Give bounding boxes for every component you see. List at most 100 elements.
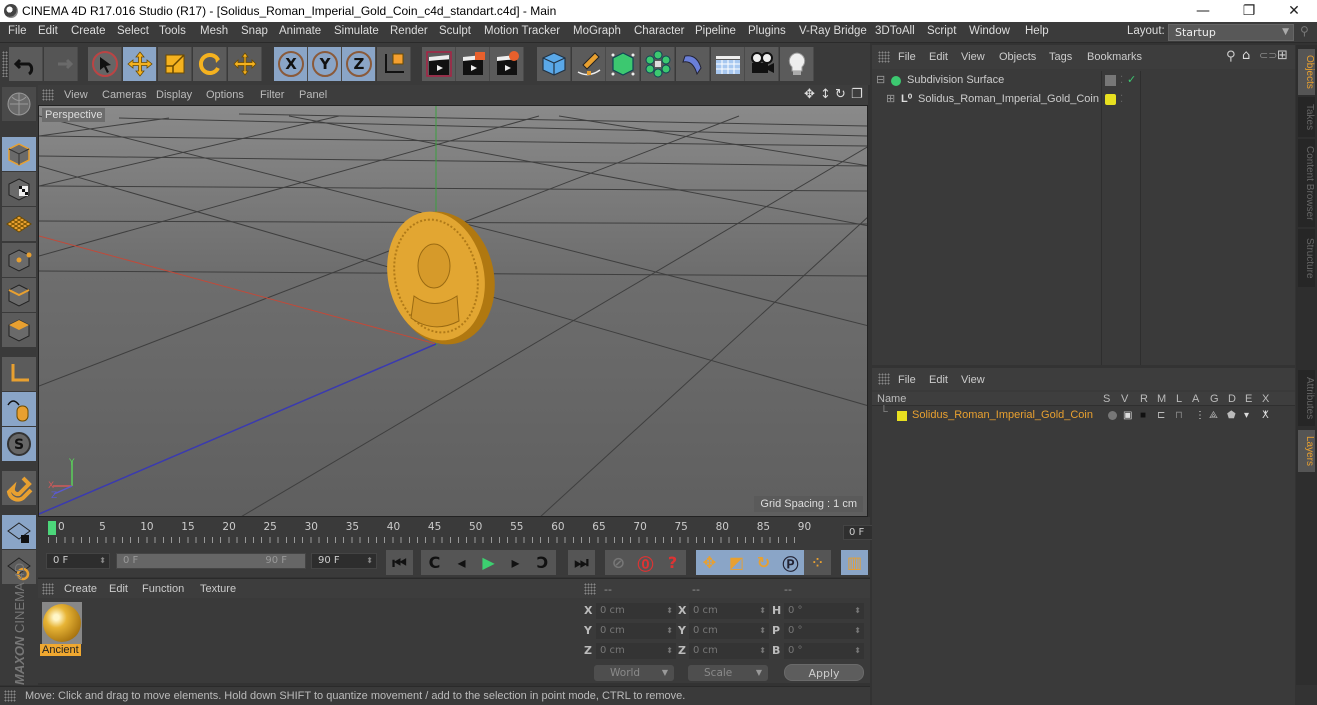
tab-content-browser[interactable]: Content Browser [1298,139,1315,227]
layers-menu-edit[interactable]: Edit [929,374,948,386]
zoom-view-icon[interactable]: ↕ [820,87,831,102]
axis-mode-button[interactable] [2,357,36,391]
next-key-button[interactable]: Ↄ [529,550,556,575]
x-axis-lock-button[interactable]: X [274,47,308,81]
playhead[interactable] [48,521,56,535]
previous-frame-button[interactable]: ◂ [448,550,475,575]
menu-render[interactable]: Render [390,25,428,37]
rot-p-field[interactable]: 0 ° ⬍ [784,623,864,639]
menu-help[interactable]: Help [1025,25,1049,37]
menu-create[interactable]: Create [71,25,106,37]
gold-coin[interactable] [376,202,507,355]
workplane-mode-button[interactable] [2,207,36,241]
pos-y-field[interactable]: 0 cm ⬍ [596,623,676,639]
animation-icon[interactable]: ⋮ [1195,406,1205,425]
viewport-menu-options[interactable]: Options [206,89,244,101]
scale-tool-button[interactable] [158,47,192,81]
menu-mesh[interactable]: Mesh [200,25,228,37]
menu-select[interactable]: Select [117,25,149,37]
previous-key-button[interactable]: C [421,550,448,575]
go-to-start-button[interactable]: ⏮ [386,550,413,575]
render-picture-viewer-button[interactable] [456,47,490,81]
viewport-grip[interactable] [42,89,54,101]
rotate-view-icon[interactable]: ↻ [835,87,846,102]
objects-menu-edit[interactable]: Edit [929,51,948,63]
add-spline-pen-button[interactable] [572,47,606,81]
viewport-menu-display[interactable]: Display [156,89,192,101]
home-icon[interactable]: ⌂ [1242,48,1250,63]
keyframe-selection-button[interactable]: ? [659,550,686,575]
recent-tool-button[interactable] [228,47,262,81]
material-name[interactable]: Ancient [40,644,81,656]
key-parameter-button[interactable]: Ⓟ [777,550,804,575]
restore-button[interactable]: ❐ [1226,0,1272,22]
enabled-check-icon[interactable]: ✓ [1127,71,1136,90]
tab-structure[interactable]: Structure [1298,229,1315,287]
column-xref[interactable]: X [1262,393,1269,405]
size-y-field[interactable]: 0 cm ⬍ [689,623,769,639]
menu-window[interactable]: Window [969,25,1010,37]
expand-icon[interactable]: ⊞ [886,90,895,109]
object-manager-grip[interactable] [878,51,890,63]
3d-viewport[interactable]: Y X Z Perspective Grid Spacing : 1 cm [38,105,868,517]
redo-button[interactable] [44,47,78,81]
apply-button[interactable]: Apply [784,664,864,681]
record-disabled-button[interactable]: ⊘ [605,550,632,575]
search-icon[interactable]: ⚲ [1226,49,1236,64]
undo-button[interactable] [9,47,43,81]
toolbar-grip[interactable] [2,51,8,77]
object-row-subdivision[interactable]: ⊟ Subdivision Surface ⁚ ✓ [872,71,1295,90]
objects-menu-view[interactable]: View [961,51,985,63]
material-menu-create[interactable]: Create [64,583,97,595]
coordinate-system-button[interactable] [377,47,411,81]
add-camera-button[interactable] [745,47,779,81]
add-deformer-button[interactable] [676,47,710,81]
rotate-tool-button[interactable] [193,47,227,81]
column-deformers[interactable]: D [1228,393,1236,405]
menu-motion-tracker[interactable]: Motion Tracker [484,25,560,37]
snap-button[interactable]: S [2,427,36,461]
tab-takes[interactable]: Takes [1298,97,1315,137]
menu-mograph[interactable]: MoGraph [573,25,621,37]
render-icon[interactable]: ■ [1140,406,1146,425]
menu-character[interactable]: Character [634,25,685,37]
frame-range-slider[interactable]: 0 F 90 F [116,553,306,569]
layer-manager-grip[interactable] [878,373,890,385]
viewport-menu-panel[interactable]: Panel [299,89,327,101]
layers-menu-file[interactable]: File [898,374,916,386]
next-frame-button[interactable]: ▸ [502,550,529,575]
rot-h-field[interactable]: 0 ° ⬍ [784,603,864,619]
timeline-ruler[interactable]: 0 5 10 15 20 25 30 35 40 45 50 55 60 65 70 75 80 85 90 0 F [38,517,905,547]
material-menu-function[interactable]: Function [142,583,184,595]
add-cube-button[interactable] [537,47,571,81]
xref-icon[interactable]: ⵅ [1262,406,1269,425]
material-thumbnail[interactable] [42,602,82,644]
edit-render-settings-button[interactable] [2,87,36,121]
objects-menu-bookmarks[interactable]: Bookmarks [1087,51,1142,63]
coordinate-space-select[interactable]: World ▼ [594,665,674,681]
pan-view-icon[interactable]: ✥ [804,87,815,102]
live-selection-button[interactable] [88,47,122,81]
menu-plugins[interactable]: Plugins [748,25,786,37]
close-button[interactable]: ✕ [1271,0,1317,22]
object-row-coin[interactable]: ⊞ L⁰ Solidus_Roman_Imperial_Gold_Coin ⁚ [872,90,1295,109]
menu-simulate[interactable]: Simulate [334,25,379,37]
key-position-button[interactable]: ✥ [696,550,723,575]
visibility-dots-icon[interactable]: ⁚ [1120,90,1123,109]
column-locked[interactable]: L [1176,393,1182,405]
tab-layers[interactable]: Layers [1298,430,1315,472]
link-icon[interactable]: ⊂⊃ [1259,49,1277,62]
column-view[interactable]: V [1121,393,1128,405]
camera-label[interactable]: Perspective [42,108,106,122]
menu-snap[interactable]: Snap [241,25,268,37]
search-icon[interactable]: ⚲ [1300,24,1309,38]
objects-menu-objects[interactable]: Objects [999,51,1036,63]
points-mode-button[interactable] [2,243,36,277]
menu-script[interactable]: Script [927,25,956,37]
coordinates-grip[interactable] [584,583,596,595]
play-button[interactable]: ▶ [475,550,502,575]
menu-pipeline[interactable]: Pipeline [695,25,736,37]
material-menu-texture[interactable]: Texture [200,583,236,595]
menu-animate[interactable]: Animate [279,25,321,37]
column-manager[interactable]: M [1157,393,1166,405]
